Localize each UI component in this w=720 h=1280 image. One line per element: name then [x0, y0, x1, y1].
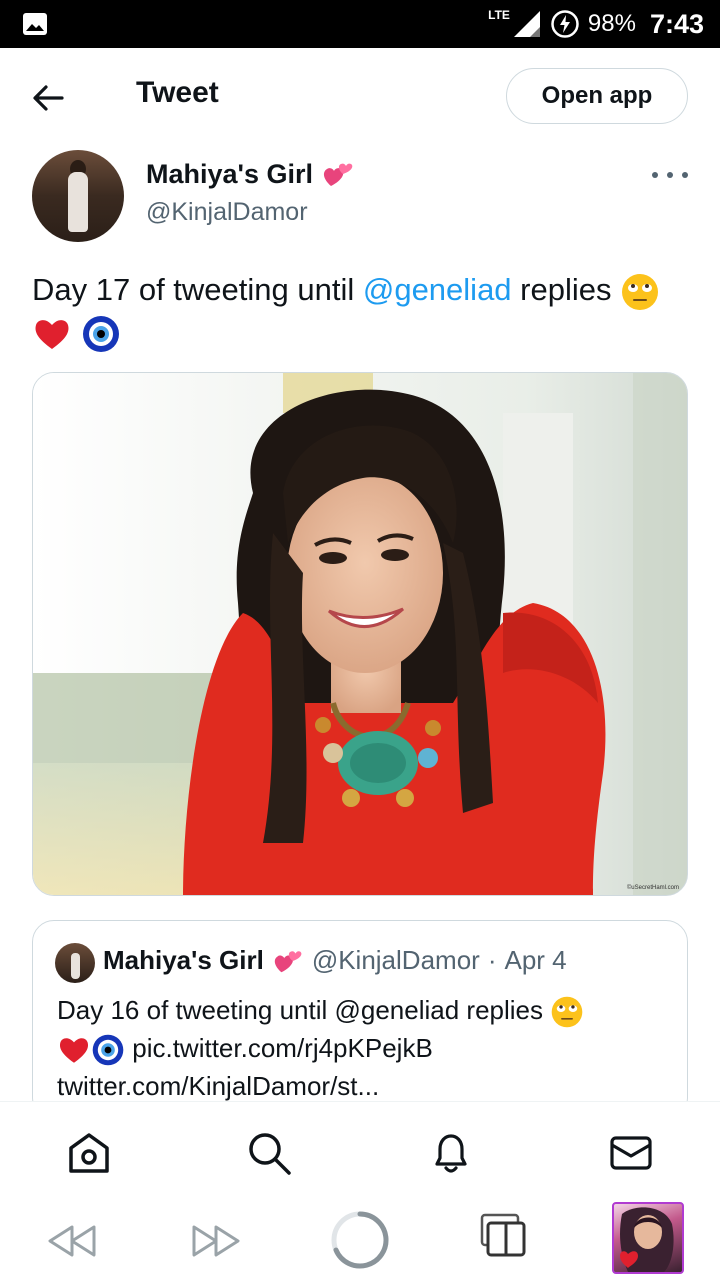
quote-separator: · — [487, 945, 497, 975]
quote-text: Day 16 of tweeting until @geneliad repli… — [57, 991, 667, 1105]
tweet-text-part: replies — [511, 272, 612, 307]
home-icon[interactable] — [66, 1130, 112, 1176]
signal-icon — [513, 11, 540, 37]
author-name-text: Mahiya's Girl — [146, 158, 313, 189]
page-thumbnail[interactable] — [612, 1202, 684, 1274]
author-name[interactable]: Mahiya's Girl — [146, 158, 355, 190]
rewind-icon[interactable] — [46, 1221, 98, 1261]
quote-header: Mahiya's Girl @KinjalDamor · Apr 4 — [103, 945, 567, 976]
arrow-left-icon[interactable] — [28, 78, 68, 118]
face-rolling-eyes-emoji — [622, 273, 659, 310]
thumbnail-image — [620, 1207, 674, 1272]
red-heart-emoji — [35, 319, 69, 349]
battery-charging-icon — [551, 10, 579, 38]
face-rolling-eyes-emoji — [551, 996, 583, 1028]
tweet-media-image[interactable]: ©uSecretHaml.com — [32, 372, 688, 896]
battery-level: 98% — [587, 10, 636, 37]
bell-icon[interactable] — [428, 1130, 474, 1176]
page-title: Tweet — [136, 76, 219, 109]
quote-tweet-card[interactable]: Mahiya's Girl @KinjalDamor · Apr 4 Day 1… — [32, 920, 688, 1120]
forward-icon[interactable] — [190, 1221, 242, 1261]
tabs-icon[interactable] — [480, 1213, 528, 1259]
network-type: LTE — [488, 8, 510, 22]
search-icon[interactable] — [246, 1130, 292, 1176]
nazar-amulet-emoji — [82, 315, 119, 352]
quote-author-name: Mahiya's Girl — [103, 945, 264, 975]
quote-date: Apr 4 — [504, 945, 567, 975]
clock: 7:43 — [649, 8, 704, 39]
red-heart-emoji — [59, 1038, 89, 1063]
bottom-navigation — [0, 1101, 720, 1202]
two-hearts-emoji — [274, 950, 302, 972]
two-hearts-emoji — [323, 163, 353, 186]
avatar[interactable] — [32, 150, 124, 242]
quote-avatar — [55, 943, 95, 983]
tweet-text: Day 17 of tweeting until @geneliad repli… — [32, 270, 692, 354]
status-bar: LTE 98% 7:43 — [0, 0, 720, 48]
author-handle[interactable]: @KinjalDamor — [146, 198, 308, 227]
photo-illustration: ©uSecretHaml.com — [33, 373, 687, 895]
open-app-button[interactable]: Open app — [506, 68, 688, 124]
quote-link-twitter: twitter.com/KinjalDamor/st... — [57, 1071, 380, 1102]
nazar-amulet-emoji — [92, 1034, 124, 1066]
more-options-button[interactable] — [652, 162, 688, 188]
quote-link-pic: pic.twitter.com/rj4pKPejkB — [132, 1033, 433, 1064]
quote-text-line: Day 16 of tweeting until @geneliad repli… — [57, 995, 544, 1025]
loading-icon[interactable] — [330, 1210, 390, 1270]
media-watermark: ©uSecretHaml.com — [627, 884, 679, 891]
mail-icon[interactable] — [608, 1130, 654, 1176]
image-icon — [23, 13, 47, 35]
quote-author-handle: @KinjalDamor — [311, 945, 480, 975]
tweet-text-part: Day 17 of tweeting until — [32, 272, 363, 307]
mention-link[interactable]: @geneliad — [363, 272, 512, 307]
top-header: Tweet Open app — [0, 48, 720, 148]
